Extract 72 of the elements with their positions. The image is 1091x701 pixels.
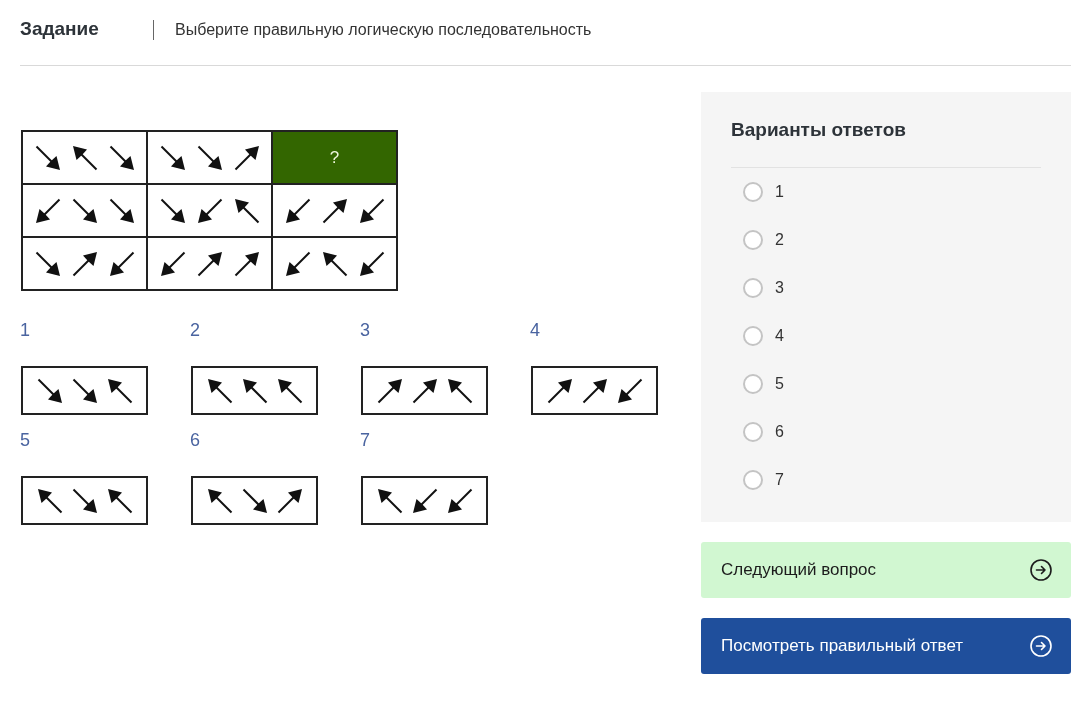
option-number: 5 [20,429,30,451]
up-right-arrow-icon [233,144,260,171]
option-number: 2 [190,319,200,341]
down-right-arrow-icon [71,487,98,514]
task-instruction: Выберите правильную логическую последовательность [175,19,592,40]
up-left-arrow-icon [233,197,260,224]
choice-label[interactable]: 1 [775,180,784,204]
down-left-arrow-icon [284,197,311,224]
down-left-arrow-icon [284,250,311,277]
choice-label[interactable]: 6 [775,420,784,444]
up-right-arrow-icon [581,377,608,404]
option-number: 7 [360,429,370,451]
down-right-arrow-icon [36,377,63,404]
down-right-arrow-icon [241,487,268,514]
down-left-arrow-icon [411,487,438,514]
down-left-arrow-icon [358,250,385,277]
panel-title: Варианты ответов [731,118,907,142]
up-right-arrow-icon [411,377,438,404]
radio-button[interactable] [743,182,763,202]
next-question-button[interactable]: Следующий вопрос [701,542,1071,598]
choice-label[interactable]: 2 [775,228,784,252]
down-right-arrow-icon [159,197,186,224]
down-right-arrow-icon [34,250,61,277]
up-right-arrow-icon [321,197,348,224]
down-left-arrow-icon [34,197,61,224]
down-right-arrow-icon [71,377,98,404]
down-left-arrow-icon [159,250,186,277]
down-right-arrow-icon [159,144,186,171]
up-right-arrow-icon [276,487,303,514]
down-right-arrow-icon [71,197,98,224]
up-right-arrow-icon [196,250,223,277]
up-left-arrow-icon [36,487,63,514]
up-right-arrow-icon [71,250,98,277]
up-left-arrow-icon [206,487,233,514]
choice-label[interactable]: 5 [775,372,784,396]
show-answer-button[interactable]: Посмотреть правильный ответ [701,618,1071,674]
down-left-arrow-icon [446,487,473,514]
option-number: 6 [190,429,200,451]
radio-button[interactable] [743,278,763,298]
up-left-arrow-icon [206,377,233,404]
radio-button[interactable] [743,470,763,490]
up-left-arrow-icon [276,377,303,404]
down-left-arrow-icon [358,197,385,224]
radio-button[interactable] [743,326,763,346]
choice-label[interactable]: 3 [775,276,784,300]
up-left-arrow-icon [376,487,403,514]
down-right-arrow-icon [108,197,135,224]
task-title: Задание [20,17,100,42]
up-right-arrow-icon [376,377,403,404]
down-left-arrow-icon [616,377,643,404]
down-right-arrow-icon [34,144,61,171]
option-number: 4 [530,319,540,341]
choice-label[interactable]: 7 [775,468,784,492]
up-right-arrow-icon [546,377,573,404]
up-right-arrow-icon [233,250,260,277]
up-left-arrow-icon [321,250,348,277]
radio-button[interactable] [743,422,763,442]
up-left-arrow-icon [241,377,268,404]
up-left-arrow-icon [106,487,133,514]
up-left-arrow-icon [71,144,98,171]
radio-button[interactable] [743,230,763,250]
radio-button[interactable] [743,374,763,394]
option-number: 3 [360,319,370,341]
down-left-arrow-icon [196,197,223,224]
down-left-arrow-icon [108,250,135,277]
up-left-arrow-icon [106,377,133,404]
down-right-arrow-icon [196,144,223,171]
choice-label[interactable]: 4 [775,324,784,348]
down-right-arrow-icon [108,144,135,171]
missing-cell: ? [272,131,397,184]
up-left-arrow-icon [446,377,473,404]
option-number: 1 [20,319,30,341]
